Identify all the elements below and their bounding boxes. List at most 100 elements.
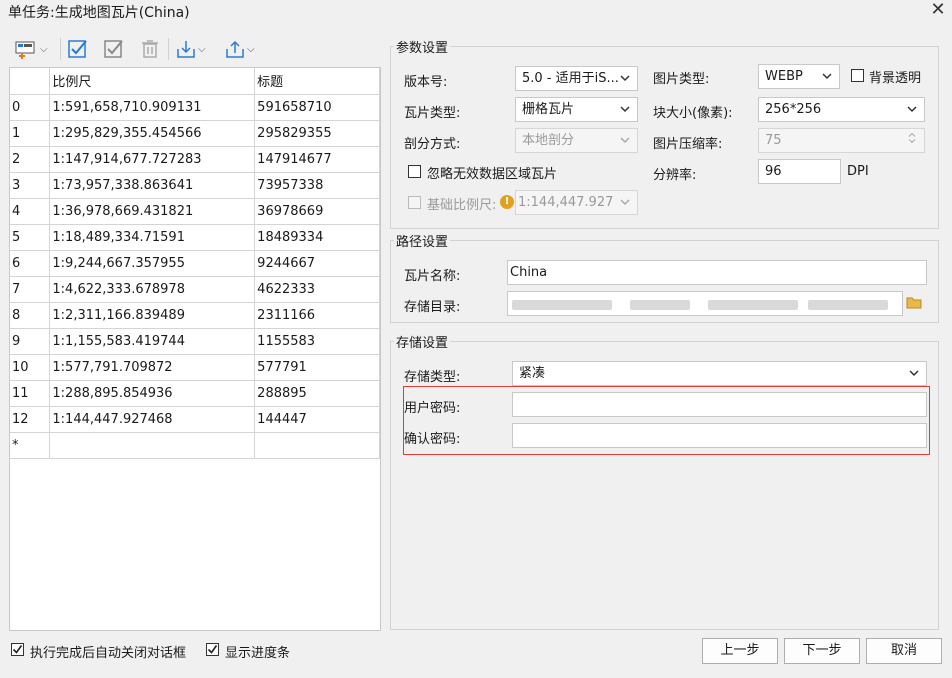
- scale-cell[interactable]: 1:295,829,355.454566: [49, 120, 256, 147]
- new-row-marker: *: [10, 432, 51, 459]
- scale-cell[interactable]: 1:2,311,166.839489: [49, 302, 256, 329]
- add-scale-button[interactable]: ⌵: [14, 36, 48, 62]
- auto-close-label: 执行完成后自动关闭对话框: [30, 646, 187, 661]
- scale-cell[interactable]: 1:577,791.709872: [49, 354, 256, 381]
- table-row[interactable]: 11 1:288,895.854936 288895: [10, 380, 380, 407]
- row-index: 12: [10, 406, 51, 433]
- scale-cell[interactable]: 1:144,447.927468: [49, 406, 256, 433]
- storage-type-select[interactable]: 紧凑: [512, 361, 927, 386]
- confirm-password-input[interactable]: [512, 423, 927, 448]
- scale-cell[interactable]: 1:288,895.854936: [49, 380, 256, 407]
- dpi-unit: DPI: [847, 164, 869, 179]
- storage-dir-input[interactable]: [507, 291, 903, 316]
- title-cell[interactable]: 295829355: [254, 120, 380, 147]
- table-row-new[interactable]: *: [10, 432, 380, 459]
- title-cell[interactable]: 18489334: [254, 224, 380, 251]
- version-select[interactable]: 5.0 - 适用于iS...: [515, 66, 638, 91]
- dpi-label: 分辨率:: [653, 168, 697, 183]
- next-button[interactable]: 下一步: [784, 638, 860, 664]
- table-cell[interactable]: [49, 432, 256, 459]
- storage-dir-label: 存储目录:: [404, 300, 461, 315]
- table-row[interactable]: 3 1:73,957,338.863641 73957338: [10, 172, 380, 199]
- close-icon[interactable]: ✕: [927, 0, 949, 22]
- base-scale-select: 1:144,447.927: [515, 190, 638, 215]
- export-button[interactable]: ⌵: [225, 36, 255, 62]
- confirm-password-label: 确认密码:: [404, 432, 461, 447]
- delete-button[interactable]: [140, 36, 160, 62]
- scale-cell[interactable]: 1:9,244,667.357955: [49, 250, 256, 277]
- title-cell[interactable]: 1155583: [254, 328, 380, 355]
- column-header-title[interactable]: 标题: [254, 68, 380, 95]
- checkmark-icon: [12, 645, 23, 654]
- scale-cell[interactable]: 1:18,489,334.71591: [49, 224, 256, 251]
- chevron-down-icon[interactable]: ⌵: [40, 44, 48, 55]
- scale-cell[interactable]: 1:4,622,333.678978: [49, 276, 256, 303]
- row-index: 0: [10, 94, 51, 121]
- column-header-scale[interactable]: 比例尺: [49, 68, 256, 95]
- scale-cell[interactable]: 1:147,914,677.727283: [49, 146, 256, 173]
- cancel-button[interactable]: 取消: [866, 638, 942, 664]
- prev-button[interactable]: 上一步: [702, 638, 778, 664]
- title-cell[interactable]: 2311166: [254, 302, 380, 329]
- title-cell[interactable]: 4622333: [254, 276, 380, 303]
- scale-cell[interactable]: 1:591,658,710.909131: [49, 94, 256, 121]
- storage-type-label: 存储类型:: [404, 370, 461, 385]
- title-cell[interactable]: 73957338: [254, 172, 380, 199]
- user-password-label: 用户密码:: [404, 401, 461, 416]
- warning-icon: !: [500, 195, 514, 209]
- table-row[interactable]: 4 1:36,978,669.431821 36978669: [10, 198, 380, 225]
- chevron-down-icon: [620, 199, 630, 206]
- table-row[interactable]: 0 1:591,658,710.909131 591658710: [10, 94, 380, 121]
- ignore-invalid-checkbox[interactable]: [408, 165, 421, 178]
- check-all-button[interactable]: [67, 36, 89, 62]
- image-type-label: 图片类型:: [653, 72, 710, 87]
- table-row[interactable]: 1 1:295,829,355.454566 295829355: [10, 120, 380, 147]
- chevron-down-icon[interactable]: ⌵: [198, 44, 206, 55]
- scale-cell[interactable]: 1:73,957,338.863641: [49, 172, 256, 199]
- title-cell[interactable]: 36978669: [254, 198, 380, 225]
- tile-type-select-value: 栅格瓦片: [522, 102, 575, 117]
- chevron-down-icon: [620, 106, 630, 113]
- transparent-checkbox[interactable]: [851, 69, 864, 82]
- table-row[interactable]: 9 1:1,155,583.419744 1155583: [10, 328, 380, 355]
- tile-name-input[interactable]: China: [507, 260, 927, 285]
- table-row[interactable]: 8 1:2,311,166.839489 2311166: [10, 302, 380, 329]
- tile-name-label: 瓦片名称:: [404, 269, 461, 284]
- title-cell[interactable]: 147914677: [254, 146, 380, 173]
- row-index: 1: [10, 120, 51, 147]
- folder-icon[interactable]: [906, 295, 922, 313]
- chevron-down-icon[interactable]: ⌵: [247, 44, 255, 55]
- table-cell[interactable]: [254, 432, 380, 459]
- title-cell[interactable]: 591658710: [254, 94, 380, 121]
- tile-type-select[interactable]: 栅格瓦片: [515, 97, 638, 122]
- table-row[interactable]: 2 1:147,914,677.727283 147914677: [10, 146, 380, 173]
- spinner-arrows-icon: [908, 132, 916, 144]
- show-progress-checkbox[interactable]: [206, 643, 219, 656]
- block-size-select[interactable]: 256*256: [758, 97, 925, 122]
- row-index: 5: [10, 224, 51, 251]
- table-row[interactable]: 10 1:577,791.709872 577791: [10, 354, 380, 381]
- auto-close-checkbox[interactable]: [11, 643, 24, 656]
- tile-type-label: 瓦片类型:: [404, 106, 461, 121]
- check-selected-button[interactable]: [103, 36, 125, 62]
- image-type-select[interactable]: WEBP: [758, 64, 840, 89]
- import-icon: [176, 39, 196, 59]
- table-row[interactable]: 7 1:4,622,333.678978 4622333: [10, 276, 380, 303]
- version-label: 版本号:: [404, 75, 448, 90]
- scale-table[interactable]: 比例尺 标题 0 1:591,658,710.909131 591658710 1 1:…: [9, 67, 381, 631]
- row-index: 3: [10, 172, 51, 199]
- table-row[interactable]: 6 1:9,244,667.357955 9244667: [10, 250, 380, 277]
- user-password-input[interactable]: [512, 392, 927, 417]
- block-size-label: 块大小(像素):: [653, 106, 733, 121]
- title-cell[interactable]: 577791: [254, 354, 380, 381]
- title-cell[interactable]: 9244667: [254, 250, 380, 277]
- title-cell[interactable]: 144447: [254, 406, 380, 433]
- title-cell[interactable]: 288895: [254, 380, 380, 407]
- dpi-input[interactable]: 96: [758, 159, 841, 184]
- import-button[interactable]: ⌵: [176, 36, 206, 62]
- compress-label: 图片压缩率:: [653, 137, 723, 152]
- table-row[interactable]: 12 1:144,447.927468 144447: [10, 406, 380, 433]
- table-row[interactable]: 5 1:18,489,334.71591 18489334: [10, 224, 380, 251]
- scale-cell[interactable]: 1:1,155,583.419744: [49, 328, 256, 355]
- scale-cell[interactable]: 1:36,978,669.431821: [49, 198, 256, 225]
